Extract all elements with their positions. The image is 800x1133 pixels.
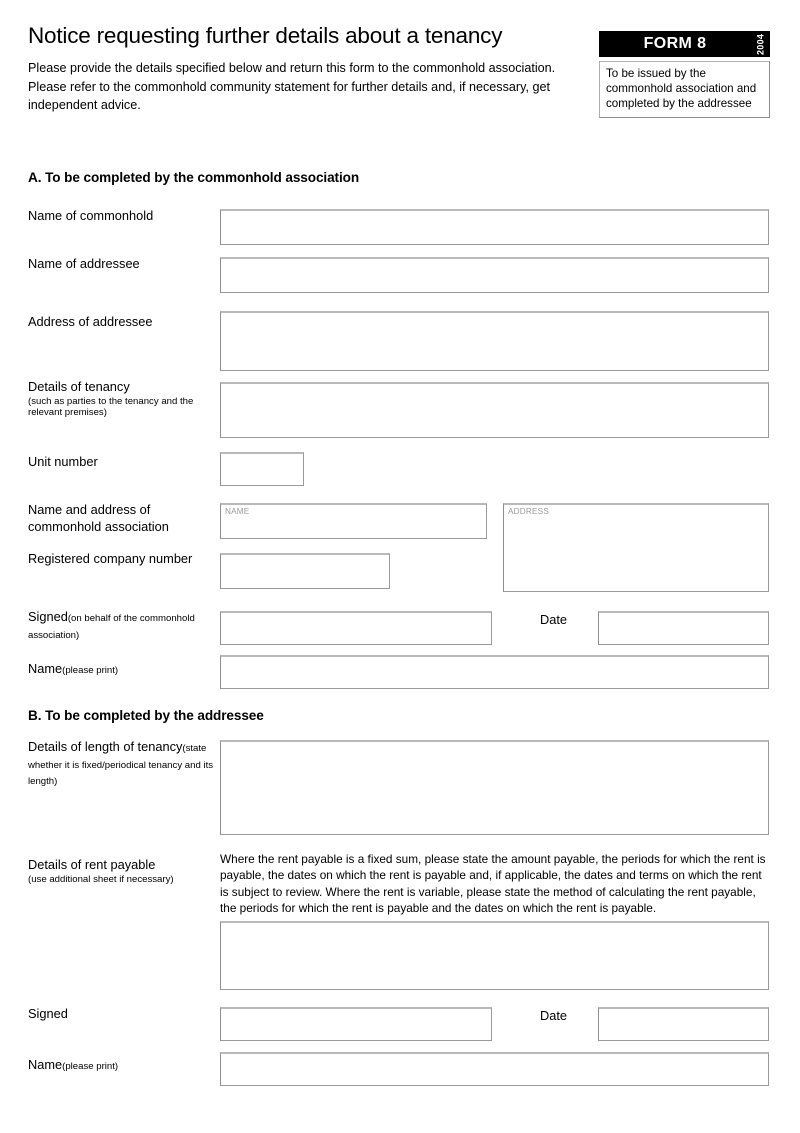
input-name-print-b[interactable] [220, 1052, 769, 1086]
rent-payable-instruction: Where the rent payable is a fixed sum, p… [220, 852, 766, 916]
input-date-b[interactable] [598, 1007, 769, 1041]
input-commonhold-association-name[interactable]: NAME [220, 503, 487, 539]
form-page: Notice requesting further details about … [0, 0, 800, 1133]
label-registered-company-number: Registered company number [28, 551, 193, 566]
label-date-b: Date [540, 1008, 568, 1023]
form-badge-block: FORM 8 2004 To be issued by the commonho… [599, 31, 770, 118]
input-address-of-addressee[interactable] [220, 311, 769, 371]
label-name-print-b: Name(please print) [28, 1057, 218, 1074]
label-unit-number: Unit number [28, 454, 98, 469]
label-name-of-commonhold: Name of commonhold [28, 208, 154, 223]
label-details-of-tenancy-sub: (such as parties to the tenancy and the … [28, 395, 194, 419]
input-signed-b[interactable] [220, 1007, 492, 1041]
input-details-rent-payable[interactable] [220, 921, 769, 990]
section-b-heading: B. To be completed by the addressee [28, 708, 264, 723]
input-name-print-a[interactable] [220, 655, 769, 689]
label-date-a: Date [540, 612, 568, 627]
input-name-of-addressee[interactable] [220, 257, 769, 293]
label-name-print-a-main: Name [28, 661, 63, 676]
input-commonhold-association-address[interactable]: ADDRESS [503, 503, 769, 592]
form-number-badge: FORM 8 2004 [599, 31, 770, 57]
input-details-length-of-tenancy[interactable] [220, 740, 769, 835]
label-name-address-commonhold-association: Name and address of commonhold associati… [28, 502, 169, 534]
label-address-of-addressee: Address of addressee [28, 314, 153, 329]
label-name-print-a: Name(please print) [28, 661, 218, 678]
form-year-label: 2004 [755, 33, 766, 55]
label-details-length-of-tenancy: Details of length of tenancy(state wheth… [28, 739, 218, 789]
label-name-of-addressee: Name of addressee [28, 256, 140, 271]
label-details-length-of-tenancy-main: Details of length of tenancy [28, 739, 183, 754]
input-name-of-commonhold[interactable] [220, 209, 769, 245]
label-details-of-tenancy: Details of tenancy (such as parties to t… [28, 379, 218, 419]
input-unit-number[interactable] [220, 452, 304, 486]
input-signed-a[interactable] [220, 611, 492, 645]
label-name-print-a-sub: (please print) [62, 665, 119, 676]
form-intro-text: Please provide the details specified bel… [28, 61, 556, 112]
label-signed-a-main: Signed [28, 609, 68, 624]
section-a-heading: A. To be completed by the commonhold ass… [28, 170, 360, 185]
label-name-print-b-main: Name [28, 1057, 63, 1072]
page-title: Notice requesting further details about … [28, 23, 503, 48]
placeholder-address: ADDRESS [508, 507, 549, 516]
label-details-of-tenancy-main: Details of tenancy [28, 379, 130, 394]
form-issuance-note: To be issued by the commonhold associati… [599, 61, 770, 118]
label-signed-b: Signed [28, 1006, 68, 1021]
input-details-of-tenancy[interactable] [220, 382, 769, 438]
label-signed-a: Signed(on behalf of the commonhold assoc… [28, 609, 218, 642]
label-name-print-b-sub: (please print) [62, 1061, 119, 1072]
label-details-rent-payable-sub: (use additional sheet if necessary) [28, 873, 174, 885]
form-header: Notice requesting further details about … [28, 22, 588, 115]
label-details-rent-payable: Details of rent payable (use additional … [28, 857, 218, 885]
label-details-rent-payable-main: Details of rent payable [28, 857, 156, 872]
form-number-label: FORM 8 [643, 35, 707, 52]
input-registered-company-number[interactable] [220, 553, 390, 589]
placeholder-name: NAME [225, 507, 250, 516]
input-date-a[interactable] [598, 611, 769, 645]
